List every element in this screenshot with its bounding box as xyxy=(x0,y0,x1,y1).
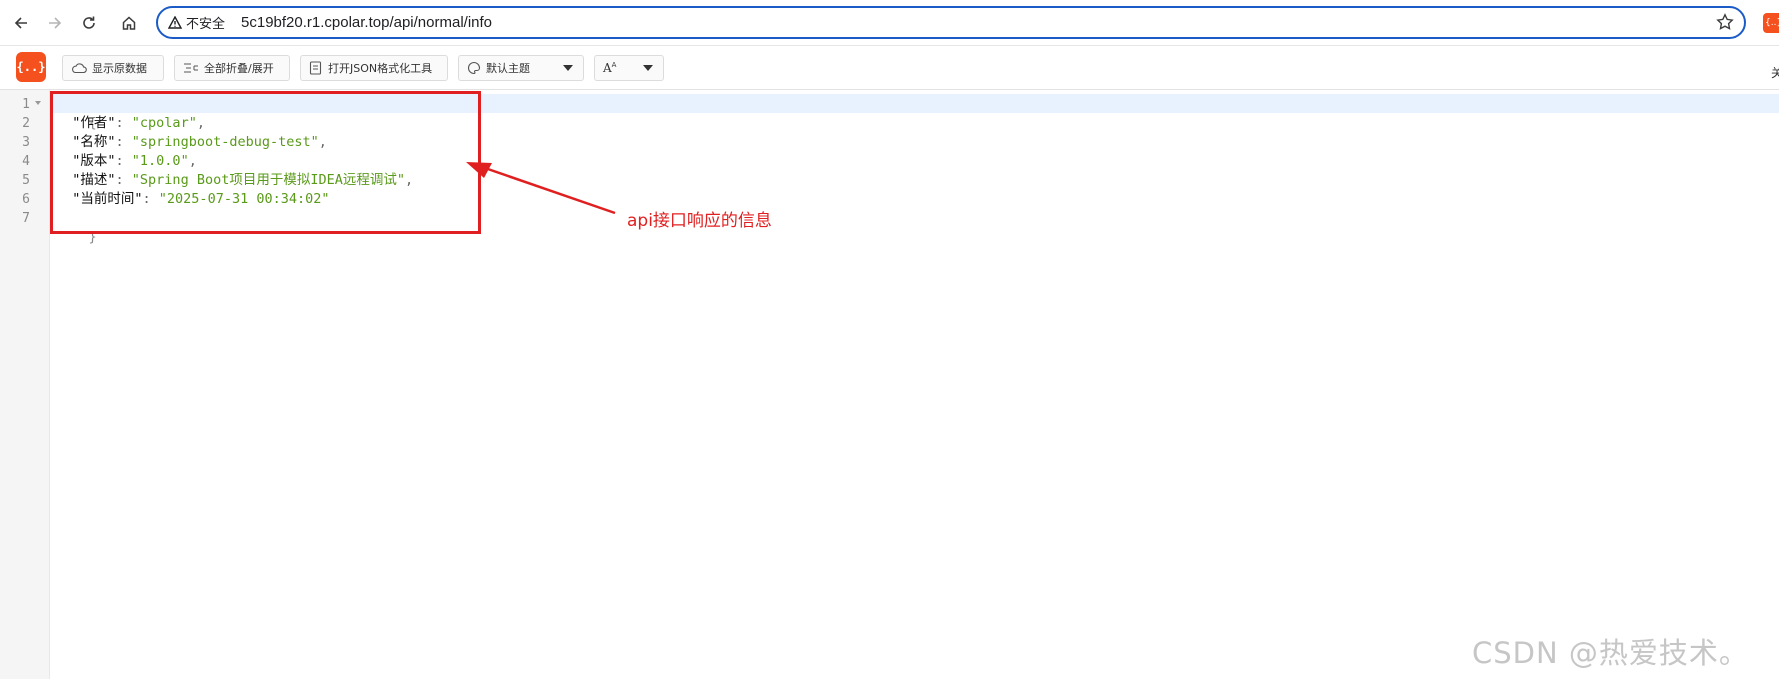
reload-button[interactable] xyxy=(76,10,102,36)
toolbar-close-label[interactable]: 关 xyxy=(1771,64,1779,81)
home-button[interactable] xyxy=(116,10,142,36)
theme-label: 默认主题 xyxy=(486,62,530,75)
line-number: 5 xyxy=(22,173,30,188)
line-number-gutter: 1 2 3 4 5 6 7 xyxy=(0,90,50,679)
reload-icon xyxy=(83,16,95,29)
line-number: 6 xyxy=(22,192,30,207)
annotation-label: api接口响应的信息 xyxy=(627,211,772,231)
line-number: 1 xyxy=(22,97,30,112)
extension-badge: {..} xyxy=(1765,18,1779,28)
json-file-icon xyxy=(309,61,323,75)
palette-icon xyxy=(467,61,481,75)
font-size-label: A xyxy=(603,61,612,75)
chevron-down-icon xyxy=(643,65,653,71)
json-viewer-toolbar: {..} 显示原数据 全部折叠/展开 打开JSON格式化工具 默认主题 A A … xyxy=(0,46,1779,90)
chevron-down-icon xyxy=(563,65,573,71)
back-button[interactable] xyxy=(8,10,34,36)
line-number: 3 xyxy=(22,135,30,150)
security-label: 不安全 xyxy=(186,17,226,32)
warning-icon xyxy=(168,16,182,29)
collapse-lines-icon xyxy=(183,62,199,74)
cloud-icon xyxy=(71,62,87,74)
font-size-select[interactable]: A A xyxy=(594,55,664,81)
url-text[interactable]: 5c19bf20.r1.cpolar.top/api/normal/info xyxy=(241,14,492,31)
arrow-left-icon xyxy=(14,17,27,29)
fold-arrow-icon[interactable] xyxy=(35,101,41,105)
json-extension-icon[interactable]: {..} xyxy=(1763,13,1779,33)
star-icon xyxy=(1716,13,1734,30)
annotation-arrow-icon xyxy=(466,162,616,215)
open-json-formatter-label: 打开JSON格式化工具 xyxy=(328,62,433,75)
address-bar[interactable]: 不安全 5c19bf20.r1.cpolar.top/api/normal/in… xyxy=(156,6,1746,39)
collapse-expand-all-button[interactable]: 全部折叠/展开 xyxy=(174,55,290,81)
forward-button[interactable] xyxy=(42,10,68,36)
line-number: 7 xyxy=(22,211,30,226)
open-json-formatter-button[interactable]: 打开JSON格式化工具 xyxy=(300,55,448,81)
browser-toolbar: 不安全 5c19bf20.r1.cpolar.top/api/normal/in… xyxy=(0,0,1779,46)
annotation-highlight-box xyxy=(50,91,481,234)
watermark: CSDN @热爱技术。 xyxy=(1472,636,1749,670)
show-raw-data-button[interactable]: 显示原数据 xyxy=(62,55,164,81)
show-raw-data-label: 显示原数据 xyxy=(92,62,147,75)
line-number: 4 xyxy=(22,154,30,169)
security-indicator[interactable]: 不安全 xyxy=(168,12,225,34)
bookmark-star-button[interactable] xyxy=(1716,13,1734,31)
theme-select[interactable]: 默认主题 xyxy=(458,55,584,81)
arrow-right-icon xyxy=(49,17,62,29)
home-icon xyxy=(122,16,136,30)
collapse-expand-all-label: 全部折叠/展开 xyxy=(204,62,274,75)
font-size-superscript: A xyxy=(611,61,617,69)
app-logo: {..} xyxy=(16,52,46,82)
line-number: 2 xyxy=(22,116,30,131)
